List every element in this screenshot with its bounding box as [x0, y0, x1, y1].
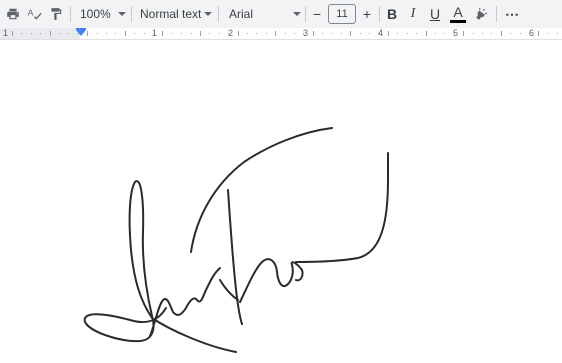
ruler-dot: [454, 33, 455, 34]
text-color-swatch: [450, 20, 466, 23]
chevron-down-icon: [293, 12, 301, 16]
zoom-select[interactable]: 100%: [80, 3, 126, 25]
ruler-dot: [21, 33, 22, 34]
ruler-tick: [350, 31, 351, 36]
ruler-dot: [106, 33, 107, 34]
ruler-tick: [162, 31, 163, 36]
document-page[interactable]: [0, 41, 562, 363]
text-color-button[interactable]: A: [449, 3, 467, 25]
ruler-dot: [482, 33, 483, 34]
ruler-tick: [501, 31, 502, 36]
ruler-tick: [200, 31, 201, 36]
ruler-tick: [426, 31, 427, 36]
ruler-dot: [172, 33, 173, 34]
ruler-dot: [59, 33, 60, 34]
toolbar-separator: [131, 6, 132, 22]
ruler-tick: [87, 31, 88, 36]
ruler-dot: [97, 33, 98, 34]
ruler-tick: [125, 31, 126, 36]
ruler-dot: [115, 33, 116, 34]
toolbar-separator: [379, 6, 380, 22]
ruler-dot: [332, 33, 333, 34]
ruler-dot: [435, 33, 436, 34]
ruler-tick: [463, 31, 464, 36]
ruler-dot: [247, 33, 248, 34]
ruler-dot: [360, 33, 361, 34]
svg-text:A: A: [28, 7, 34, 17]
ruler-dot: [153, 33, 154, 34]
ruler-tick: [388, 31, 389, 36]
ruler-tick: [313, 31, 314, 36]
formatting-toolbar: A 100% Normal text Arial − 11 + B I U A: [0, 0, 562, 28]
ruler-tick: [238, 31, 239, 36]
toolbar-separator: [218, 6, 219, 22]
underline-button[interactable]: U: [427, 3, 443, 25]
ruler-dot: [407, 33, 408, 34]
highlight-color-button[interactable]: [472, 3, 490, 25]
ruler-dot: [491, 33, 492, 34]
ruler-dot: [379, 33, 380, 34]
ruler-dot: [341, 33, 342, 34]
font-size-input[interactable]: 11: [328, 4, 356, 24]
paint-format-icon: [51, 8, 62, 20]
ruler-dot: [322, 33, 323, 34]
increase-font-size-button[interactable]: +: [359, 3, 375, 25]
print-icon: [7, 8, 19, 20]
ruler-dot: [144, 33, 145, 34]
ruler-dot: [285, 33, 286, 34]
ruler-dot: [228, 33, 229, 34]
ruler-dot: [510, 33, 511, 34]
ruler-dot: [473, 33, 474, 34]
paragraph-style-value: Normal text: [140, 7, 202, 21]
ruler-tick: [538, 31, 539, 36]
ruler-dot: [529, 33, 530, 34]
ruler-dot: [219, 33, 220, 34]
ruler-dot: [444, 33, 445, 34]
paint-format-button[interactable]: [47, 3, 65, 25]
chevron-down-icon: [204, 12, 212, 16]
ruler-dot: [68, 33, 69, 34]
ruler-dot: [369, 33, 370, 34]
ruler-dot: [397, 33, 398, 34]
ruler-dot: [134, 33, 135, 34]
ruler-dot: [209, 33, 210, 34]
spellcheck-button[interactable]: A: [25, 3, 45, 25]
spellcheck-icon: A: [28, 7, 42, 20]
highlight-pen-icon: [476, 8, 488, 20]
left-indent-marker[interactable]: [76, 30, 86, 36]
toolbar-separator: [496, 6, 497, 22]
ruler-tick: [50, 31, 51, 36]
print-button[interactable]: [4, 3, 22, 25]
ruler-dot: [548, 33, 549, 34]
ruler-dot: [181, 33, 182, 34]
horizontal-ruler[interactable]: 1 1 2 3 4 5 6: [0, 28, 562, 40]
font-select[interactable]: Arial: [229, 3, 301, 25]
ruler-dot: [191, 33, 192, 34]
ruler-dot: [416, 33, 417, 34]
ruler-dot: [256, 33, 257, 34]
ruler-dot: [266, 33, 267, 34]
ruler-dot: [31, 33, 32, 34]
more-options-button[interactable]: ⋯: [502, 3, 522, 25]
zoom-value: 100%: [80, 7, 111, 21]
toolbar-separator: [305, 6, 306, 22]
ruler-dot: [520, 33, 521, 34]
text-color-label: A: [453, 4, 463, 20]
italic-button[interactable]: I: [405, 3, 421, 25]
ruler-number: 1: [3, 28, 9, 38]
ruler-tick: [275, 31, 276, 36]
ruler-dot: [557, 33, 558, 34]
ruler-dot: [40, 33, 41, 34]
font-value: Arial: [229, 7, 254, 21]
bold-button[interactable]: B: [384, 3, 400, 25]
toolbar-separator: [70, 6, 71, 22]
ruler-dot: [294, 33, 295, 34]
paragraph-style-select[interactable]: Normal text: [140, 3, 212, 25]
handwritten-signature: [83, 127, 389, 353]
ruler-tick: [12, 31, 13, 36]
ruler-dot: [303, 33, 304, 34]
chevron-down-icon: [118, 12, 126, 16]
decrease-font-size-button[interactable]: −: [309, 3, 325, 25]
